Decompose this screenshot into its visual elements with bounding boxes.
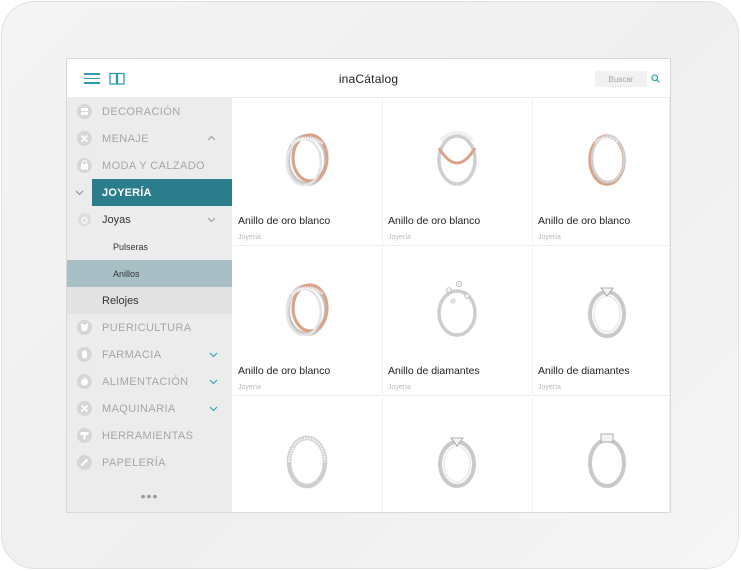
product-category: Joyería [538, 234, 561, 241]
product-name: Anillo de diamantes [538, 365, 630, 377]
chevron-down-icon[interactable] [207, 215, 216, 224]
sidebar-item-alimentacion[interactable]: ALIMENTACIÓN [67, 368, 232, 395]
product-name: Anillo de oro blanco [238, 215, 331, 227]
chevron-up-icon[interactable] [207, 134, 216, 143]
product-category: Joyería [388, 384, 411, 391]
sidebar-item-label: PUERICULTURA [102, 322, 192, 334]
product-card[interactable]: Anillo de diamantes Joyería [533, 248, 670, 396]
search-icon[interactable] [651, 74, 660, 83]
more-options-button[interactable]: ••• [67, 488, 232, 504]
product-card[interactable]: Anillo de diamantes Joyería [383, 248, 533, 396]
sidebar-item-farmacia[interactable]: FARMACIA [67, 341, 232, 368]
product-grid: Anillo de oro blanco Joyería Anillo de oro… [233, 98, 670, 512]
category-sidebar: DECORACIÓN MENAJE MODA Y CALZADO JOYERÍA [67, 98, 232, 512]
sidebar-item-label: ALIMENTACIÓN [102, 376, 189, 388]
sidebar-item-label: MENAJE [102, 133, 150, 145]
sidebar-item-label: Pulseras [113, 242, 149, 252]
sidebar-item-herramientas[interactable]: HERRAMIENTAS [67, 422, 232, 449]
hammer-icon [77, 428, 92, 443]
pencil-icon [77, 455, 92, 470]
chevron-down-icon[interactable] [75, 188, 84, 197]
product-category: Joyería [538, 384, 561, 391]
sidebar-item-label: DECORACIÓN [102, 106, 181, 118]
product-card[interactable]: Anillo de diamantes [233, 398, 383, 512]
furniture-icon [77, 104, 92, 119]
pharmacy-icon [77, 347, 92, 362]
tablet-frame: inaCátalog DECORACIÓN MENAJE [1, 1, 739, 569]
product-image [577, 268, 637, 343]
tools-icon [77, 401, 92, 416]
product-image [427, 118, 487, 193]
sidebar-item-label: MODA Y CALZADO [102, 160, 205, 172]
product-name: Anillo de oro blanco [238, 365, 331, 377]
sidebar-item-relojes[interactable]: Relojes [67, 287, 232, 314]
product-image [277, 268, 337, 343]
sidebar-item-pulseras[interactable]: Pulseras [67, 233, 232, 260]
sidebar-item-label: Joyas [102, 214, 131, 226]
bag-icon [77, 158, 92, 173]
top-bar: inaCátalog [67, 59, 670, 98]
sidebar-item-label: MAQUINARIA [102, 403, 176, 415]
baby-icon [77, 320, 92, 335]
product-image [577, 418, 637, 493]
product-image [277, 418, 337, 493]
product-card[interactable]: Anillo de diamantes [383, 398, 533, 512]
app-screen: inaCátalog DECORACIÓN MENAJE [66, 58, 671, 513]
sidebar-item-label: Anillos [113, 269, 140, 279]
product-name: Anillo de oro blanco [388, 215, 481, 227]
sidebar-item-label: Relojes [102, 295, 139, 307]
product-card[interactable]: Anillo de oro blanco Joyería [533, 98, 670, 246]
product-image [277, 118, 337, 193]
sidebar-item-papeleria[interactable]: PAPELERÍA [67, 449, 232, 476]
search-input[interactable] [595, 71, 647, 87]
sidebar-item-label: FARMACIA [102, 349, 162, 361]
sidebar-item-moda-calzado[interactable]: MODA Y CALZADO [67, 152, 232, 179]
sidebar-item-joyeria[interactable]: JOYERÍA [92, 179, 232, 206]
kitchenware-icon [77, 131, 92, 146]
food-icon [77, 374, 92, 389]
product-image [577, 118, 637, 193]
chevron-down-icon[interactable] [209, 350, 218, 359]
sidebar-item-label: JOYERÍA [102, 187, 152, 199]
sidebar-item-label: PAPELERÍA [102, 457, 166, 469]
product-card[interactable]: Anillo de oro blanco Joyería [233, 98, 383, 246]
sidebar-item-decoracion[interactable]: DECORACIÓN [67, 98, 232, 125]
product-name: Anillo de oro blanco [538, 215, 631, 227]
ring-icon [78, 213, 91, 226]
product-image [427, 418, 487, 493]
app-title: inaCátalog [338, 72, 399, 86]
product-card[interactable]: Anillo de diamantes [533, 398, 670, 512]
chevron-down-icon[interactable] [209, 377, 218, 386]
product-category: Joyería [238, 234, 261, 241]
sidebar-item-puericultura[interactable]: PUERICULTURA [67, 314, 232, 341]
sidebar-item-joyas[interactable]: Joyas [67, 206, 232, 233]
sidebar-item-menaje[interactable]: MENAJE [67, 125, 232, 152]
product-name: Anillo de diamantes [388, 365, 480, 377]
product-category: Joyería [388, 234, 411, 241]
sidebar-item-maquinaria[interactable]: MAQUINARIA [67, 395, 232, 422]
product-card[interactable]: Anillo de oro blanco Joyería [233, 248, 383, 396]
product-category: Joyería [238, 384, 261, 391]
chevron-down-icon[interactable] [209, 404, 218, 413]
sidebar-item-anillos[interactable]: Anillos [67, 260, 232, 287]
sidebar-item-label: HERRAMIENTAS [102, 430, 194, 442]
product-image [427, 268, 487, 343]
product-card[interactable]: Anillo de oro blanco Joyería [383, 98, 533, 246]
